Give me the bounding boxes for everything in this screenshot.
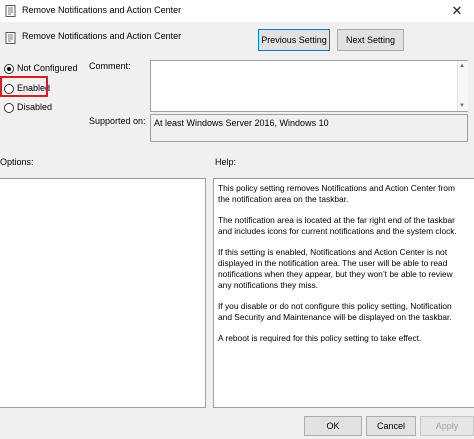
comment-label: Comment:: [89, 61, 131, 71]
help-paragraph: A reboot is required for this policy set…: [218, 333, 422, 343]
help-paragraph: This policy setting removes Notification…: [218, 183, 455, 204]
disabled-radio[interactable]: Disabled: [4, 101, 52, 113]
options-label: Options:: [0, 157, 34, 167]
window-title: Remove Notifications and Action Center: [22, 5, 182, 15]
policy-setting-icon: [5, 32, 16, 44]
radio-button-checked[interactable]: [4, 63, 14, 74]
scroll-up-icon[interactable]: ▲: [459, 62, 465, 70]
help-panel[interactable]: This policy setting removes Notification…: [213, 178, 474, 408]
help-label: Help:: [215, 157, 237, 167]
comment-scrollbar[interactable]: ▲ ▼: [457, 61, 468, 111]
close-icon[interactable]: ✕: [440, 0, 474, 22]
scroll-down-icon[interactable]: ▼: [459, 102, 465, 110]
supported-on-value: At least Windows Server 2016, Windows 10: [154, 118, 329, 128]
options-panel: [0, 178, 206, 408]
next-setting-button[interactable]: Next Setting: [337, 29, 404, 51]
radio-button[interactable]: [4, 102, 14, 113]
help-paragraph: If you disable or do not configure this …: [218, 301, 452, 322]
apply-button[interactable]: Apply: [420, 416, 474, 436]
enabled-highlight-box: [0, 76, 48, 97]
previous-setting-button[interactable]: Previous Setting: [258, 29, 330, 51]
supported-on-label: Supported on:: [89, 116, 146, 126]
not-configured-label: Not Configured: [17, 63, 78, 73]
help-text: This policy setting removes Notification…: [218, 183, 466, 354]
cancel-button[interactable]: Cancel: [366, 416, 416, 436]
comment-textarea[interactable]: [150, 60, 468, 112]
help-paragraph: The notification area is located at the …: [218, 215, 457, 236]
policy-name: Remove Notifications and Action Center: [22, 31, 182, 41]
title-bar: Remove Notifications and Action Center ✕: [0, 0, 474, 22]
supported-on-field: At least Windows Server 2016, Windows 10: [150, 114, 468, 142]
policy-window-icon: [5, 5, 16, 17]
disabled-label: Disabled: [17, 102, 53, 112]
help-paragraph: If this setting is enabled, Notification…: [218, 247, 453, 290]
ok-button[interactable]: OK: [304, 416, 362, 436]
not-configured-radio[interactable]: Not Configured: [4, 62, 78, 74]
